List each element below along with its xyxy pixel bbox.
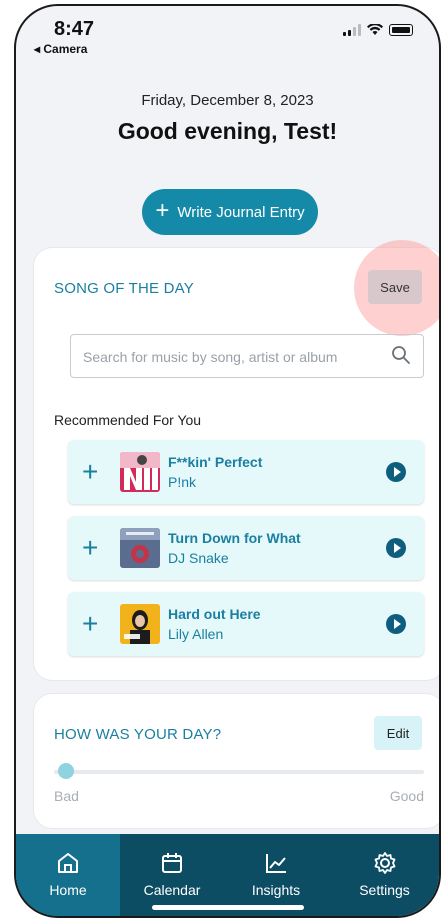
status-bar: 8:47 ◂ Camera bbox=[16, 6, 439, 58]
greeting-title: Good evening, Test! bbox=[117, 118, 338, 144]
wifi-icon bbox=[367, 24, 383, 35]
home-indicator bbox=[152, 905, 304, 910]
signal-icon bbox=[343, 24, 361, 36]
chart-icon bbox=[266, 854, 286, 873]
back-to-camera-link[interactable]: ◂ Camera bbox=[34, 42, 87, 56]
how-was-your-day-card: HOW WAS YOUR DAY? Edit Bad Good bbox=[34, 694, 439, 828]
bottom-tab-bar: Home Calendar Insights Settings bbox=[16, 834, 439, 916]
home-icon bbox=[58, 853, 78, 873]
mood-slider-thumb[interactable] bbox=[58, 763, 74, 779]
tab-settings[interactable]: Settings bbox=[328, 834, 439, 916]
mood-slider-track[interactable] bbox=[54, 770, 424, 774]
slider-high-label: Good bbox=[389, 788, 424, 804]
system-icons bbox=[343, 24, 413, 36]
track-title: Turn Down for What bbox=[168, 530, 301, 546]
song-of-the-day-card: SONG OF THE DAY Save Recommended For You… bbox=[34, 240, 439, 680]
track-title: F**kin' Perfect bbox=[168, 454, 263, 470]
slider-low-label: Bad bbox=[54, 788, 79, 804]
how-was-your-day-title: HOW WAS YOUR DAY? bbox=[54, 726, 222, 743]
tab-home[interactable]: Home bbox=[16, 834, 120, 916]
play-icon[interactable] bbox=[386, 538, 406, 558]
track-title: Hard out Here bbox=[168, 606, 261, 622]
gear-icon bbox=[374, 852, 395, 874]
music-search-field[interactable] bbox=[70, 334, 424, 378]
calendar-icon bbox=[162, 853, 182, 873]
track-row[interactable]: + Turn Down for What DJ Snake bbox=[68, 516, 424, 580]
track-row[interactable]: + F**kin' Perfect P!nk bbox=[68, 440, 424, 504]
tab-home-label: Home bbox=[49, 882, 87, 898]
tab-insights-label: Insights bbox=[251, 882, 301, 898]
play-icon[interactable] bbox=[386, 462, 406, 482]
track-artist: DJ Snake bbox=[168, 550, 229, 566]
track-artist: P!nk bbox=[168, 474, 197, 490]
add-track-plus-icon[interactable]: + bbox=[82, 458, 98, 486]
recommended-heading: Recommended For You bbox=[54, 412, 202, 428]
music-search-input[interactable] bbox=[81, 345, 385, 369]
battery-icon bbox=[389, 24, 413, 36]
write-journal-entry-label: Write Journal Entry bbox=[177, 203, 305, 221]
status-time: 8:47 bbox=[54, 18, 95, 40]
phone-screen: 8:47 ◂ Camera Friday, December 8, 2023 G… bbox=[14, 4, 441, 918]
track-row[interactable]: + Hard out Here Lily Allen bbox=[68, 592, 424, 656]
edit-button[interactable]: Edit bbox=[374, 716, 422, 750]
current-date: Friday, December 8, 2023 bbox=[141, 92, 314, 109]
play-icon[interactable] bbox=[386, 614, 406, 634]
plus-icon: + bbox=[155, 197, 170, 224]
save-button[interactable]: Save bbox=[368, 270, 422, 304]
album-art bbox=[120, 528, 160, 568]
search-icon[interactable] bbox=[391, 345, 411, 365]
add-track-plus-icon[interactable]: + bbox=[82, 534, 98, 562]
tab-calendar-label: Calendar bbox=[143, 882, 201, 898]
album-art bbox=[120, 452, 160, 492]
tab-settings-label: Settings bbox=[359, 882, 410, 898]
album-art bbox=[120, 604, 160, 644]
add-track-plus-icon[interactable]: + bbox=[82, 610, 98, 638]
track-artist: Lily Allen bbox=[168, 626, 224, 642]
write-journal-entry-button[interactable]: + Write Journal Entry bbox=[142, 189, 318, 235]
song-of-the-day-title: SONG OF THE DAY bbox=[54, 280, 194, 297]
